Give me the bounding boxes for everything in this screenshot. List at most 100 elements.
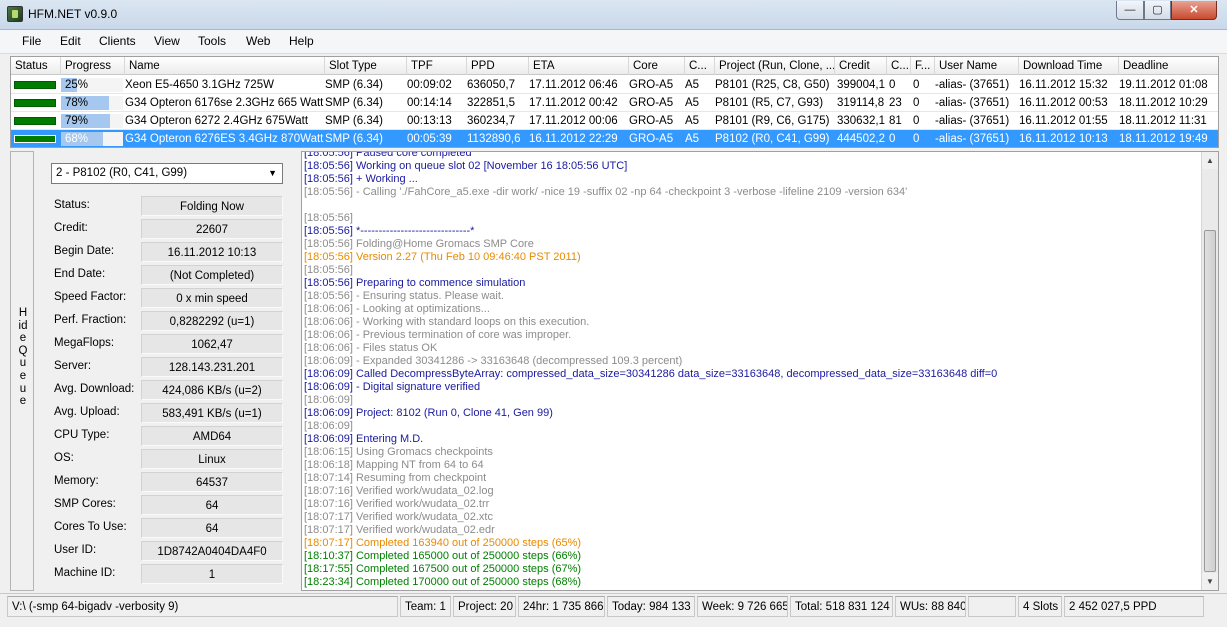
log-line: [18:05:56] Paused core completed xyxy=(304,151,472,159)
menu-view[interactable]: View xyxy=(154,34,180,48)
hide-queue-label: Hide Queue xyxy=(18,307,28,408)
col-download-time[interactable]: Download Time xyxy=(1019,57,1119,75)
status-week: Week: 9 726 665 xyxy=(697,596,788,617)
col-failed[interactable]: F... xyxy=(911,57,935,75)
download-time: 16.11.2012 01:55 xyxy=(1019,115,1108,127)
col-ppd[interactable]: PPD xyxy=(467,57,529,75)
detail-value: Linux xyxy=(141,449,283,469)
completed-count: 0 xyxy=(889,133,896,145)
col-status[interactable]: Status xyxy=(11,57,61,75)
col-credit[interactable]: Credit xyxy=(835,57,887,75)
col-slot-type[interactable]: Slot Type xyxy=(325,57,407,75)
credit: 319114,8 xyxy=(837,97,885,109)
slot-row[interactable]: 78% G34 Opteron 6176se 2.3GHz 665 Watt S… xyxy=(11,94,1218,112)
scroll-down-icon[interactable]: ▼ xyxy=(1202,573,1218,590)
user-name: -alias- (37651) xyxy=(935,115,1010,127)
hide-queue-button[interactable]: Hide Queue xyxy=(10,151,34,591)
project: P8102 (R0, C41, G99) xyxy=(715,133,830,145)
menu-web[interactable]: Web xyxy=(246,34,270,48)
detail-value: 64 xyxy=(141,518,283,538)
col-completed[interactable]: C... xyxy=(887,57,911,75)
menu-help[interactable]: Help xyxy=(289,34,314,48)
core-id: A5 xyxy=(685,79,700,91)
slot-row[interactable]: 79% G34 Opteron 6272 2.4GHz 675Watt SMP … xyxy=(11,112,1218,130)
slot-row-selected[interactable]: 68% G34 Opteron 6276ES 3.4GHz 870Watt SM… xyxy=(11,130,1218,147)
col-eta[interactable]: ETA xyxy=(529,57,629,75)
slot-select[interactable]: 2 - P8102 (R0, C41, G99) ▼ xyxy=(51,163,283,184)
log-line: [18:07:16] Verified work/wudata_02.log xyxy=(304,485,494,497)
menu-tools[interactable]: Tools xyxy=(198,34,226,48)
minimize-button[interactable]: — xyxy=(1116,1,1144,20)
detail-label: Begin Date: xyxy=(54,245,115,257)
project: P8101 (R25, C8, G50) xyxy=(715,79,830,91)
col-progress[interactable]: Progress xyxy=(61,57,125,75)
detail-label: End Date: xyxy=(54,268,106,280)
col-tpf[interactable]: TPF xyxy=(407,57,467,75)
detail-value: 0,8282292 (u=1) xyxy=(141,311,283,331)
core-id: A5 xyxy=(685,115,700,127)
slot-type: SMP (6.34) xyxy=(325,133,383,145)
menu-file[interactable]: File xyxy=(22,34,41,48)
log-line: [18:05:56] Working on queue slot 02 [Nov… xyxy=(304,160,628,172)
credit: 399004,1 xyxy=(837,79,885,91)
maximize-button[interactable]: ▢ xyxy=(1144,1,1171,20)
detail-row: Cores To Use: 64 xyxy=(36,518,298,540)
detail-row: User ID: 1D8742A0404DA4F0 xyxy=(36,541,298,563)
col-deadline[interactable]: Deadline xyxy=(1119,57,1218,75)
core: GRO-A5 xyxy=(629,133,674,145)
user-name: -alias- (37651) xyxy=(935,133,1010,145)
menu-clients[interactable]: Clients xyxy=(99,34,136,48)
completed-count: 0 xyxy=(889,79,896,91)
log-line: [18:07:14] Resuming from checkpoint xyxy=(304,472,487,484)
col-core[interactable]: Core xyxy=(629,57,685,75)
scroll-thumb[interactable] xyxy=(1204,230,1216,572)
col-core-id[interactable]: C... xyxy=(685,57,715,75)
scroll-up-icon[interactable]: ▲ xyxy=(1202,152,1218,169)
detail-value: AMD64 xyxy=(141,426,283,446)
detail-value: 22607 xyxy=(141,219,283,239)
slot-name: G34 Opteron 6272 2.4GHz 675Watt xyxy=(125,115,309,127)
user-name: -alias- (37651) xyxy=(935,79,1010,91)
status-ppd: 2 452 027,5 PPD xyxy=(1064,596,1204,617)
grid-header: Status Progress Name Slot Type TPF PPD E… xyxy=(11,57,1218,75)
slot-type: SMP (6.34) xyxy=(325,79,383,91)
detail-row: SMP Cores: 64 xyxy=(36,495,298,517)
log-viewer[interactable]: [18:05:56] Paused core completed [18:05:5… xyxy=(301,151,1219,591)
credit: 444502,2 xyxy=(837,133,885,145)
log-line: [18:05:56] xyxy=(304,264,353,276)
log-line: [18:05:56] - Ensuring status. Please wai… xyxy=(304,290,504,302)
detail-value: 64537 xyxy=(141,472,283,492)
detail-value: Folding Now xyxy=(141,196,283,216)
detail-label: User ID: xyxy=(54,544,97,556)
deadline: 18.11.2012 11:31 xyxy=(1119,115,1207,127)
col-user-name[interactable]: User Name xyxy=(935,57,1019,75)
log-line: [18:06:06] - Looking at optimizations... xyxy=(304,303,490,315)
menu-bar: File Edit Clients View Tools Web Help xyxy=(0,30,1227,54)
log-line: [18:06:06] - Working with standard loops… xyxy=(304,316,590,328)
tpf: 00:14:14 xyxy=(407,97,452,109)
detail-value: 0 x min speed xyxy=(141,288,283,308)
log-scrollbar[interactable]: ▲ ▼ xyxy=(1201,152,1218,590)
ppd: 360234,7 xyxy=(467,115,515,127)
detail-label: Status: xyxy=(54,199,90,211)
close-button[interactable]: ✕ xyxy=(1171,1,1217,20)
detail-label: CPU Type: xyxy=(54,429,110,441)
detail-row: Avg. Download: 424,086 KB/s (u=2) xyxy=(36,380,298,402)
col-name[interactable]: Name xyxy=(125,57,325,75)
col-project[interactable]: Project (Run, Clone, ... xyxy=(715,57,835,75)
download-time: 16.11.2012 00:53 xyxy=(1019,97,1108,109)
detail-label: OS: xyxy=(54,452,74,464)
menu-edit[interactable]: Edit xyxy=(60,34,81,48)
slot-row[interactable]: 25% Xeon E5-4650 3.1GHz 725W SMP (6.34) … xyxy=(11,76,1218,94)
status-wus: WUs: 88 840 xyxy=(895,596,966,617)
log-line: [18:06:09] Project: 8102 (Run 0, Clone 4… xyxy=(304,407,553,419)
log-line: [18:05:56] xyxy=(304,212,353,224)
detail-value: 128.143.231.201 xyxy=(141,357,283,377)
detail-label: Avg. Upload: xyxy=(54,406,120,418)
log-line: [18:06:09] Called DecompressByteArray: c… xyxy=(304,368,998,380)
slot-grid: Status Progress Name Slot Type TPF PPD E… xyxy=(10,56,1219,148)
log-lines: [18:05:56] Paused core completed [18:05:5… xyxy=(304,151,1199,589)
log-line: [18:06:09] xyxy=(304,394,353,406)
detail-row: CPU Type: AMD64 xyxy=(36,426,298,448)
detail-row: Begin Date: 16.11.2012 10:13 xyxy=(36,242,298,264)
